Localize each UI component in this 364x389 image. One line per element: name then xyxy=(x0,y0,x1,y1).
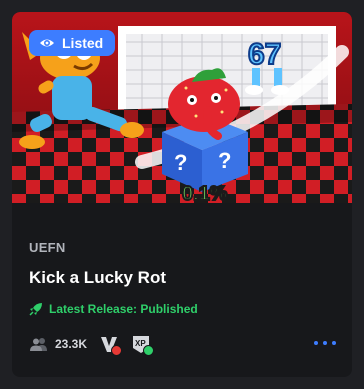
svg-text:0.1%: 0.1% xyxy=(182,183,228,203)
map-thumbnail[interactable]: ? ? 67 0.1% Listed xyxy=(12,12,352,203)
listed-badge-label: Listed xyxy=(62,35,104,51)
xp-badge: XP xyxy=(131,334,155,356)
map-title[interactable]: Kick a Lucky Rot xyxy=(29,268,166,288)
more-options-icon xyxy=(314,341,318,345)
release-status: Latest Release: Published xyxy=(29,302,198,316)
players-icon xyxy=(30,338,47,351)
error-dot-icon xyxy=(111,345,123,356)
player-count: 23.3K xyxy=(29,337,87,351)
rocket-icon xyxy=(29,303,42,316)
eye-icon xyxy=(40,39,54,47)
release-status-label: Latest Release: Published xyxy=(49,302,198,316)
check-dot-icon xyxy=(143,345,155,356)
map-card[interactable]: ? ? 67 0.1% Listed UEFN Kick a Lucky Rot… xyxy=(12,12,352,377)
v-badge xyxy=(99,334,123,356)
listed-badge: Listed xyxy=(29,30,116,56)
stats-row: 23.3K XP xyxy=(29,334,155,356)
player-count-value: 23.3K xyxy=(55,337,88,351)
svg-text:67: 67 xyxy=(248,38,281,71)
svg-text:?: ? xyxy=(174,150,187,175)
more-options-button[interactable] xyxy=(314,334,336,352)
map-type-label: UEFN xyxy=(29,240,66,255)
svg-text:?: ? xyxy=(218,148,231,173)
